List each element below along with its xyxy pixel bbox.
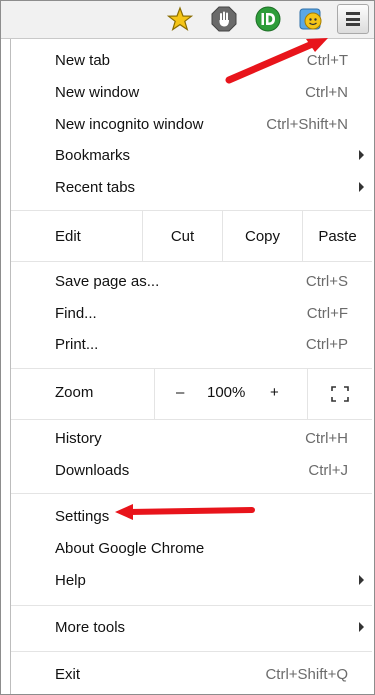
- fullscreen-icon[interactable]: [331, 386, 349, 402]
- cut-button[interactable]: Cut: [142, 211, 222, 261]
- menu-item-label: Print...: [55, 336, 99, 353]
- menu-item-shortcut: Ctrl+P: [305, 336, 348, 353]
- copy-button[interactable]: Copy: [222, 211, 302, 261]
- hamburger-menu-icon[interactable]: [337, 4, 369, 34]
- menu-item-print[interactable]: Print... Ctrl+P: [11, 330, 372, 360]
- menu-item-settings[interactable]: Settings: [11, 502, 372, 532]
- menu-separator: [11, 419, 372, 420]
- menu-item-shortcut: Ctrl+J: [308, 462, 348, 479]
- menu-bar-line: [346, 12, 360, 15]
- edit-label: Edit: [55, 227, 81, 245]
- browser-toolbar: [1, 1, 374, 39]
- star-icon[interactable]: [166, 5, 194, 33]
- submenu-arrow-icon: [359, 150, 364, 160]
- menu-item-shortcut: Ctrl+N: [305, 84, 348, 101]
- menu-bar-line: [346, 23, 360, 26]
- zoom-level-value: 100%: [207, 384, 246, 401]
- menu-separator: [11, 605, 372, 606]
- zoom-label: Zoom: [55, 384, 94, 401]
- menu-item-label: Exit: [55, 666, 81, 683]
- menu-separator: [11, 651, 372, 652]
- emoji-extension-icon[interactable]: [297, 5, 325, 33]
- menu-item-save-page-as[interactable]: Save page as... Ctrl+S: [11, 267, 372, 297]
- menu-item-shortcut: Ctrl+Shift+Q: [265, 666, 348, 683]
- menu-item-label: Find...: [55, 305, 97, 322]
- menu-item-label: New window: [55, 84, 140, 101]
- submenu-arrow-icon: [359, 575, 364, 585]
- menu-item-label: About Google Chrome: [55, 540, 205, 557]
- menu-item-new-tab[interactable]: New tab Ctrl+T: [11, 46, 372, 76]
- menu-item-label: New incognito window: [55, 116, 204, 133]
- menu-item-exit[interactable]: Exit Ctrl+Shift+Q: [11, 660, 372, 690]
- menu-item-shortcut: Ctrl+F: [306, 305, 348, 322]
- zoom-controls: – 100% +: [154, 369, 308, 419]
- menu-item-label: Help: [55, 572, 86, 589]
- menu-item-shortcut: Ctrl+S: [305, 273, 348, 290]
- menu-item-new-incognito-window[interactable]: New incognito window Ctrl+Shift+N: [11, 110, 372, 140]
- submenu-arrow-icon: [359, 622, 364, 632]
- menu-item-history[interactable]: History Ctrl+H: [11, 424, 372, 454]
- menu-item-help[interactable]: Help: [11, 566, 372, 596]
- menu-item-bookmarks[interactable]: Bookmarks: [11, 141, 372, 171]
- menu-item-label: Recent tabs: [55, 179, 136, 196]
- menu-item-new-window[interactable]: New window Ctrl+N: [11, 78, 372, 108]
- menu-item-label: Bookmarks: [55, 147, 131, 164]
- menu-bar-line: [346, 17, 360, 21]
- menu-item-label: Save page as...: [55, 273, 160, 290]
- menu-item-recent-tabs[interactable]: Recent tabs: [11, 173, 372, 203]
- paste-button[interactable]: Paste: [302, 211, 372, 261]
- menu-item-label: Downloads: [55, 462, 130, 479]
- menu-item-more-tools[interactable]: More tools: [11, 613, 372, 643]
- green-d-extension-icon[interactable]: [254, 5, 282, 33]
- adblock-hand-icon[interactable]: [210, 5, 238, 33]
- menu-item-about-google-chrome[interactable]: About Google Chrome: [11, 534, 372, 564]
- menu-separator: [11, 261, 372, 262]
- menu-item-label: Settings: [55, 508, 110, 525]
- menu-separator: [11, 493, 372, 494]
- zoom-out-button[interactable]: –: [176, 384, 184, 401]
- chrome-main-menu: New tab Ctrl+T New window Ctrl+N New inc…: [10, 39, 372, 694]
- edit-row: Edit Cut Copy Paste: [11, 211, 372, 261]
- menu-item-label: History: [55, 430, 102, 447]
- menu-item-label: More tools: [55, 619, 126, 636]
- zoom-in-button[interactable]: +: [270, 384, 279, 401]
- zoom-row: Zoom – 100% +: [11, 369, 372, 419]
- menu-item-find[interactable]: Find... Ctrl+F: [11, 299, 372, 329]
- menu-item-downloads[interactable]: Downloads Ctrl+J: [11, 456, 372, 486]
- submenu-arrow-icon: [359, 182, 364, 192]
- menu-item-shortcut: Ctrl+H: [305, 430, 348, 447]
- menu-item-shortcut: Ctrl+Shift+N: [266, 116, 348, 133]
- menu-item-shortcut: Ctrl+T: [306, 52, 348, 69]
- chrome-window: New tab Ctrl+T New window Ctrl+N New inc…: [0, 0, 375, 695]
- menu-item-label: New tab: [55, 52, 111, 69]
